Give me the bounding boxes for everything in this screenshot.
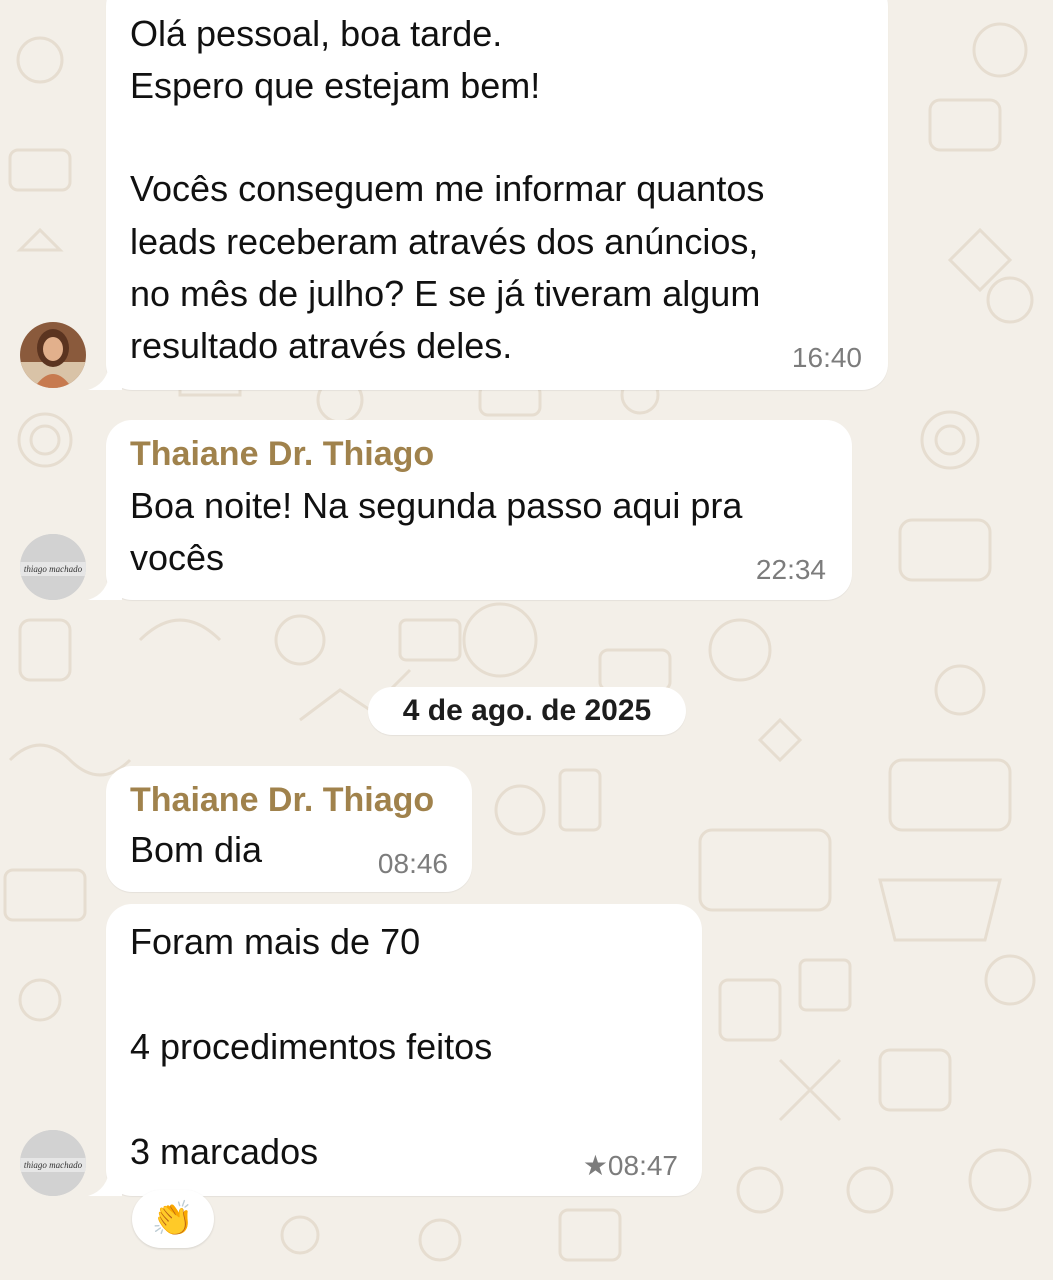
sender-name: Thaiane Dr. Thiago: [130, 781, 435, 819]
date-separator: 4 de ago. de 2025: [368, 687, 686, 735]
message-bubble[interactable]: Olá pessoal, boa tarde. Espero que estej…: [106, 0, 888, 390]
message-text-line: Vocês conseguem me informar quantos: [130, 168, 765, 209]
brand-logo-icon: thiago machado: [20, 534, 86, 600]
message-text-line: Foram mais de 70: [130, 921, 421, 962]
avatar-photo-icon: [20, 322, 86, 388]
message-bubble[interactable]: Foram mais de 70 4 procedimentos feitos …: [106, 904, 702, 1196]
message-text-line: resultado através deles.: [130, 325, 513, 366]
sender-avatar[interactable]: thiago machado: [20, 1130, 86, 1196]
message-text-line: 3 marcados: [130, 1131, 319, 1172]
avatar-logo-text: thiago machado: [24, 564, 83, 574]
brand-logo-icon: thiago machado: [20, 1130, 86, 1196]
sender-avatar[interactable]: thiago machado: [20, 534, 86, 600]
message-text-line: leads receberam através dos anúncios,: [130, 221, 759, 262]
message-reaction[interactable]: 👏: [132, 1190, 214, 1248]
message-bubble[interactable]: Thaiane Dr. Thiago Boa noite! Na segunda…: [106, 420, 852, 600]
message-timestamp: ★08:47: [582, 1150, 678, 1181]
message-text-line: Boa noite! Na segunda passo aqui pra: [130, 485, 743, 526]
message-text-line: no mês de julho? E se já tiveram algum: [130, 273, 761, 314]
sender-name: Thaiane Dr. Thiago: [130, 435, 435, 473]
bubble-tail: [88, 1166, 122, 1196]
message-text-line: Espero que estejam bem!: [130, 65, 541, 106]
message-text-line: 4 procedimentos feitos: [130, 1026, 493, 1067]
message-timestamp: 08:46: [377, 848, 448, 879]
message-timestamp: 16:40: [791, 342, 862, 373]
message-text-line: vocês: [130, 537, 225, 578]
message-timestamp: 22:34: [755, 554, 826, 585]
avatar-logo-text: thiago machado: [24, 1160, 83, 1170]
message-text-line: Olá pessoal, boa tarde.: [130, 13, 503, 54]
sender-avatar[interactable]: [20, 322, 86, 388]
bubble-tail: [88, 570, 122, 600]
clapping-hands-icon: 👏: [151, 1200, 195, 1238]
bubble-tail: [88, 360, 122, 390]
message-bubble[interactable]: Thaiane Dr. Thiago Bom dia 08:46: [106, 766, 472, 892]
message-text-line: Bom dia: [130, 829, 263, 870]
